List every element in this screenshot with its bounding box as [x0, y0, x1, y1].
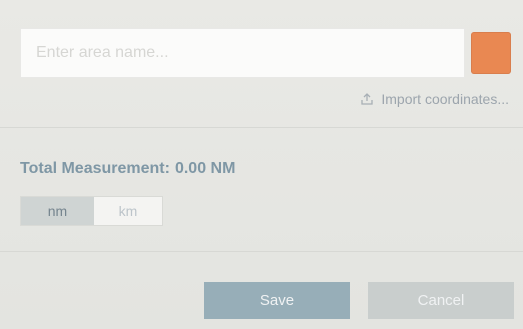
total-measurement-label: Total Measurement: [20, 160, 170, 177]
footer-divider [0, 251, 523, 252]
import-coordinates-label: Import coordinates... [381, 91, 509, 107]
unit-option-km[interactable]: km [94, 197, 162, 225]
area-color-swatch[interactable] [471, 32, 511, 74]
save-button[interactable]: Save [204, 282, 350, 319]
unit-toggle: nm km [20, 196, 163, 226]
cancel-button[interactable]: Cancel [368, 282, 514, 319]
section-divider [0, 127, 523, 128]
import-coordinates-link[interactable]: Import coordinates... [359, 91, 509, 107]
upload-icon [359, 91, 375, 107]
area-name-input[interactable] [20, 28, 465, 78]
total-measurement-value: 0.00 NM [174, 160, 236, 177]
area-name-row [20, 28, 513, 78]
total-measurement: Total Measurement: 0.00 NM [20, 160, 235, 178]
draw-area-panel: Import coordinates... Total Measurement:… [0, 0, 523, 329]
unit-option-nm[interactable]: nm [21, 197, 94, 225]
